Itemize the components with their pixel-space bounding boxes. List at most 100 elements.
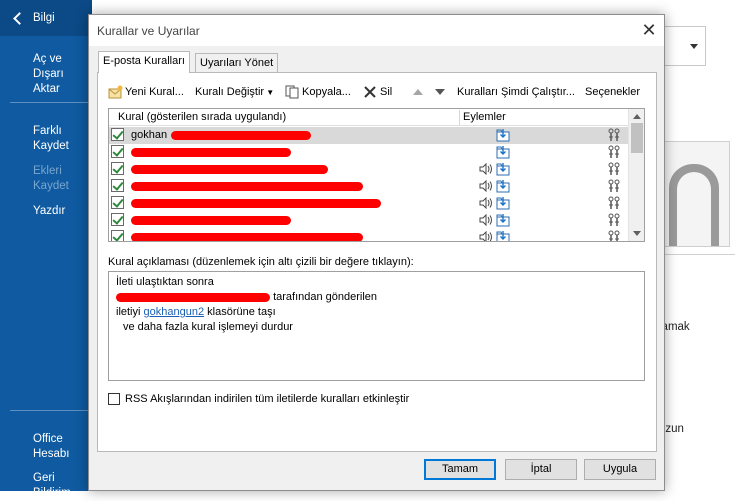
- rule-description-label: Kural açıklaması (düzenlemek için altı ç…: [108, 256, 414, 268]
- rule-name: gokhan: [131, 129, 168, 141]
- play-sound-icon: [479, 197, 492, 209]
- backstage-nav: Bilgi Aç ve Dışarı Aktar Farklı Kaydet E…: [0, 0, 92, 499]
- rule-enabled-checkbox[interactable]: [111, 162, 124, 175]
- nav-separator: [10, 102, 92, 103]
- scroll-thumb[interactable]: [631, 123, 643, 153]
- nav-item-office-account-label: Office Hesabı: [33, 433, 70, 460]
- delete-label: Sil: [380, 86, 393, 98]
- rule-options-icon[interactable]: [607, 162, 621, 176]
- redacted-rule-name: [131, 199, 381, 208]
- move-to-folder-icon: [496, 146, 510, 159]
- description-line: ve daha fazla kural işlemeyi durdur: [123, 321, 293, 333]
- nav-item-print[interactable]: Yazdır: [0, 204, 92, 219]
- run-rules-now-label: Kuralları Şimdi Çalıştır...: [457, 86, 575, 98]
- email-rules-panel: Yeni Kural... Kuralı Değiştir ▼ Kopyala.…: [97, 72, 657, 452]
- description-line: iletiyi gokhangun2 klasörüne taşı: [116, 306, 276, 318]
- copy-rule-button[interactable]: Kopyala...: [285, 83, 351, 101]
- move-up-button[interactable]: [412, 83, 426, 101]
- rules-toolbar: Yeni Kural... Kuralı Değiştir ▼ Kopyala.…: [108, 83, 648, 103]
- nav-item-office-account[interactable]: Office Hesabı: [0, 432, 92, 462]
- redacted-rule-name: [131, 182, 363, 191]
- dialog-title: Kurallar ve Uyarılar: [97, 24, 200, 38]
- description-text: klasörüne taşı: [207, 306, 276, 318]
- redacted-rule-name: [131, 216, 291, 225]
- rule-options-icon[interactable]: [607, 230, 621, 242]
- scroll-up-icon[interactable]: [633, 114, 641, 119]
- change-rule-button[interactable]: Kuralı Değiştir ▼: [195, 83, 274, 101]
- copy-icon: [285, 85, 299, 99]
- dialog-titlebar: Kurallar ve Uyarılar ✕: [89, 15, 664, 46]
- tab-manage-alerts[interactable]: Uyarıları Yönet: [195, 53, 279, 73]
- rule-options-icon[interactable]: [607, 179, 621, 193]
- cancel-button[interactable]: İptal: [505, 459, 577, 480]
- nav-item-save-attachments-label: Ekleri Kaydet: [33, 165, 69, 192]
- redacted-rule-name: [131, 233, 363, 241]
- delete-icon: [364, 86, 376, 98]
- rule-row[interactable]: [109, 144, 629, 161]
- rule-enabled-checkbox[interactable]: [111, 196, 124, 209]
- close-icon[interactable]: ✕: [638, 19, 660, 41]
- move-down-button[interactable]: [434, 83, 448, 101]
- redacted-rule-name: [131, 148, 291, 157]
- nav-separator: [10, 410, 92, 411]
- ok-button[interactable]: Tamam: [424, 459, 496, 480]
- rule-options-icon[interactable]: [607, 196, 621, 210]
- redacted-sender[interactable]: [116, 292, 270, 302]
- nav-item-open-export[interactable]: Aç ve Dışarı Aktar: [0, 52, 92, 97]
- new-rule-button[interactable]: Yeni Kural...: [108, 83, 184, 101]
- nav-item-feedback[interactable]: Geri Bildirim: [0, 471, 92, 501]
- nav-item-open-export-label: Aç ve Dışarı Aktar: [33, 53, 64, 95]
- nav-item-info[interactable]: Bilgi: [0, 0, 92, 36]
- description-text: tarafından gönderilen: [273, 291, 378, 303]
- rule-row[interactable]: [109, 195, 629, 212]
- rule-enabled-checkbox[interactable]: [111, 230, 124, 241]
- tab-email-rules[interactable]: E-posta Kuralları: [98, 51, 190, 73]
- column-header-actions[interactable]: Eylemler: [463, 111, 506, 123]
- rule-enabled-checkbox[interactable]: [111, 128, 124, 141]
- rule-row[interactable]: [109, 229, 629, 242]
- rule-description-box: İleti ulaştıktan sonra tarafından gönder…: [108, 271, 645, 381]
- rule-row[interactable]: [109, 161, 629, 178]
- play-sound-icon: [479, 231, 492, 241]
- change-rule-label: Kuralı Değiştir: [195, 86, 265, 98]
- column-header-rule[interactable]: Kural (gösterilen sırada uygulandı): [118, 111, 286, 123]
- profile-picture-placeholder: [654, 141, 730, 247]
- rss-checkbox-label[interactable]: RSS Akışlarından indirilen tüm iletilerd…: [125, 393, 409, 405]
- rule-options-icon[interactable]: [607, 145, 621, 159]
- redacted-rule-name: [131, 165, 328, 174]
- arrow-down-icon: [435, 89, 445, 96]
- nav-item-feedback-label: Geri Bildirim: [33, 472, 71, 499]
- nav-item-save-as-label: Farklı Kaydet: [33, 125, 69, 152]
- description-line: İleti ulaştıktan sonra: [116, 276, 214, 288]
- description-text: iletiyi: [116, 306, 141, 318]
- nav-item-save-as[interactable]: Farklı Kaydet: [0, 124, 92, 154]
- rule-row[interactable]: [109, 178, 629, 195]
- move-to-folder-icon: [496, 214, 510, 227]
- column-divider[interactable]: [459, 110, 460, 125]
- delete-rule-button[interactable]: Sil: [363, 83, 392, 101]
- rss-checkbox-box[interactable]: [108, 393, 120, 405]
- rule-enabled-checkbox[interactable]: [111, 145, 124, 158]
- nav-item-info-label: Bilgi: [33, 12, 55, 24]
- rule-options-icon[interactable]: [607, 213, 621, 227]
- back-arrow-icon[interactable]: [12, 11, 26, 25]
- scroll-down-icon[interactable]: [633, 231, 641, 236]
- folder-link[interactable]: gokhangun2: [144, 306, 205, 318]
- rules-list[interactable]: Kural (gösterilen sırada uygulandı) Eyle…: [108, 108, 645, 242]
- rule-options-icon[interactable]: [607, 128, 621, 142]
- rule-row[interactable]: gokhan: [109, 127, 629, 144]
- account-dropdown[interactable]: [660, 26, 706, 66]
- run-rules-now-button[interactable]: Kuralları Şimdi Çalıştır...: [457, 83, 575, 101]
- arrow-up-icon: [413, 89, 423, 96]
- rules-list-scrollbar[interactable]: [628, 109, 644, 241]
- copy-label: Kopyala...: [302, 86, 351, 98]
- rules-list-header: Kural (gösterilen sırada uygulandı) Eyle…: [109, 109, 629, 126]
- play-sound-icon: [479, 214, 492, 226]
- options-button[interactable]: Seçenekler: [585, 83, 640, 101]
- apply-button[interactable]: Uygula: [584, 459, 656, 480]
- rule-row[interactable]: [109, 212, 629, 229]
- rule-enabled-checkbox[interactable]: [111, 179, 124, 192]
- rule-enabled-checkbox[interactable]: [111, 213, 124, 226]
- play-sound-icon: [479, 163, 492, 175]
- chevron-down-icon: ▼: [264, 88, 275, 97]
